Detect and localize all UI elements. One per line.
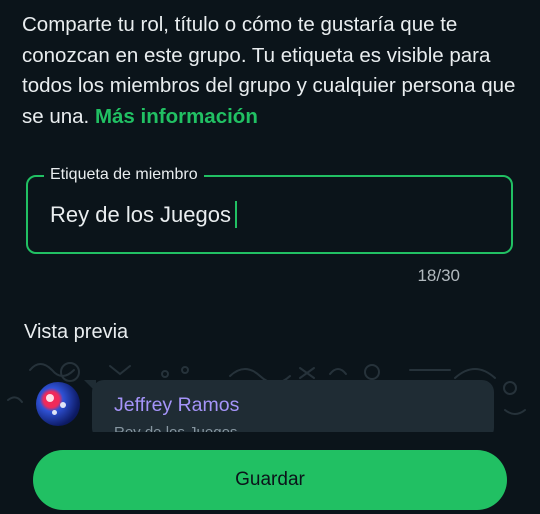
sender-name: Jeffrey Ramos [114,394,240,416]
text-cursor [235,201,237,228]
member-tag-label: Etiqueta de miembro [44,164,204,186]
description: Comparte tu rol, título o cómo te gustar… [22,10,522,132]
avatar [36,382,80,426]
member-tag-input[interactable]: Rey de los Juegos [50,201,237,228]
member-tag-field[interactable]: Etiqueta de miembro Rey de los Juegos [26,164,513,254]
character-counter: 18/30 [417,266,460,285]
chat-preview: Jeffrey Ramos Rey de los Juegos [0,360,540,432]
preview-title: Vista previa [24,321,129,343]
sender-member-tag: Rey de los Juegos [114,424,237,432]
save-button[interactable]: Guardar [33,450,507,510]
message-bubble: Jeffrey Ramos Rey de los Juegos [92,380,494,432]
member-tag-value: Rey de los Juegos [50,201,231,227]
learn-more-link[interactable]: Más información [95,105,258,128]
